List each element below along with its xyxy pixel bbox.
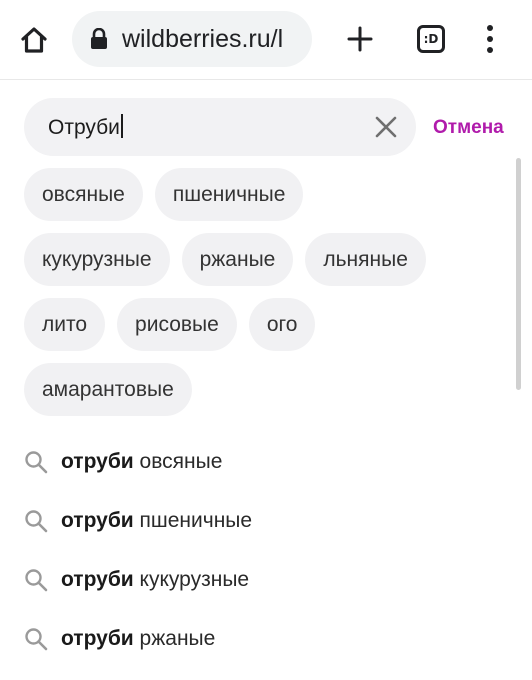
home-icon (21, 27, 47, 53)
search-icon (24, 509, 48, 533)
suggestion-item[interactable]: отруби пшеничные (0, 491, 532, 550)
home-button[interactable] (14, 20, 54, 60)
more-menu-button[interactable] (474, 18, 506, 60)
address-bar[interactable]: wildberries.ru/l (72, 11, 312, 67)
suggestion-bold: отруби (61, 567, 134, 591)
scrollbar[interactable] (516, 158, 521, 390)
chip-ogo[interactable]: ого (248, 298, 316, 351)
suggestion-list: отруби овсяные отруби пшеничные отруби к… (0, 432, 532, 668)
chip-row: амарантовые (24, 363, 494, 416)
chip-oat[interactable]: овсяные (24, 168, 143, 221)
search-icon (24, 568, 48, 592)
suggestion-rest: пшеничные (133, 508, 253, 532)
suggestion-bold: отруби (61, 508, 134, 532)
new-tab-button[interactable] (340, 18, 380, 60)
text-caret (120, 114, 123, 138)
suggestion-bold: отруби (61, 626, 134, 650)
url-text: wildberries.ru/l (122, 24, 284, 53)
suggestion-rest: ржаные (133, 626, 216, 650)
browser-toolbar: wildberries.ru/l :D (0, 0, 532, 80)
chip-rice[interactable]: рисовые (117, 298, 237, 351)
chip-lito[interactable]: лито (24, 298, 106, 351)
chip-row: кукурузные ржаные льняные (24, 233, 494, 286)
tab-switcher-button[interactable]: :D (414, 22, 448, 56)
close-icon (375, 116, 397, 138)
plus-icon (347, 26, 373, 52)
more-vert-icon (487, 25, 493, 31)
search-icon (24, 450, 48, 474)
chip-row: лито рисовые ого (24, 298, 494, 351)
search-icon (24, 627, 48, 651)
filter-chips: овсяные пшеничные кукурузные ржаные льня… (24, 168, 494, 428)
suggestion-item[interactable]: отруби ржаные (0, 609, 532, 668)
suggestion-rest: кукурузные (133, 567, 250, 591)
clear-search-button[interactable] (372, 113, 400, 141)
chip-flax[interactable]: льняные (305, 233, 426, 286)
suggestion-item[interactable]: отруби кукурузные (0, 550, 532, 609)
suggestion-bold: отруби (61, 449, 134, 473)
tab-switcher-icon: :D (417, 25, 445, 53)
chip-amaranth[interactable]: амарантовые (24, 363, 192, 416)
search-input[interactable]: Отруби (24, 98, 416, 156)
search-input-value: Отруби (48, 116, 120, 139)
chip-row: овсяные пшеничные (24, 168, 494, 221)
suggestion-item[interactable]: отруби овсяные (0, 432, 532, 491)
chip-wheat[interactable]: пшеничные (154, 168, 304, 221)
suggestion-rest: овсяные (133, 449, 223, 473)
lock-icon (90, 28, 108, 50)
chip-rye[interactable]: ржаные (181, 233, 294, 286)
cancel-button[interactable]: Отмена (433, 117, 504, 139)
chip-corn[interactable]: кукурузные (24, 233, 170, 286)
